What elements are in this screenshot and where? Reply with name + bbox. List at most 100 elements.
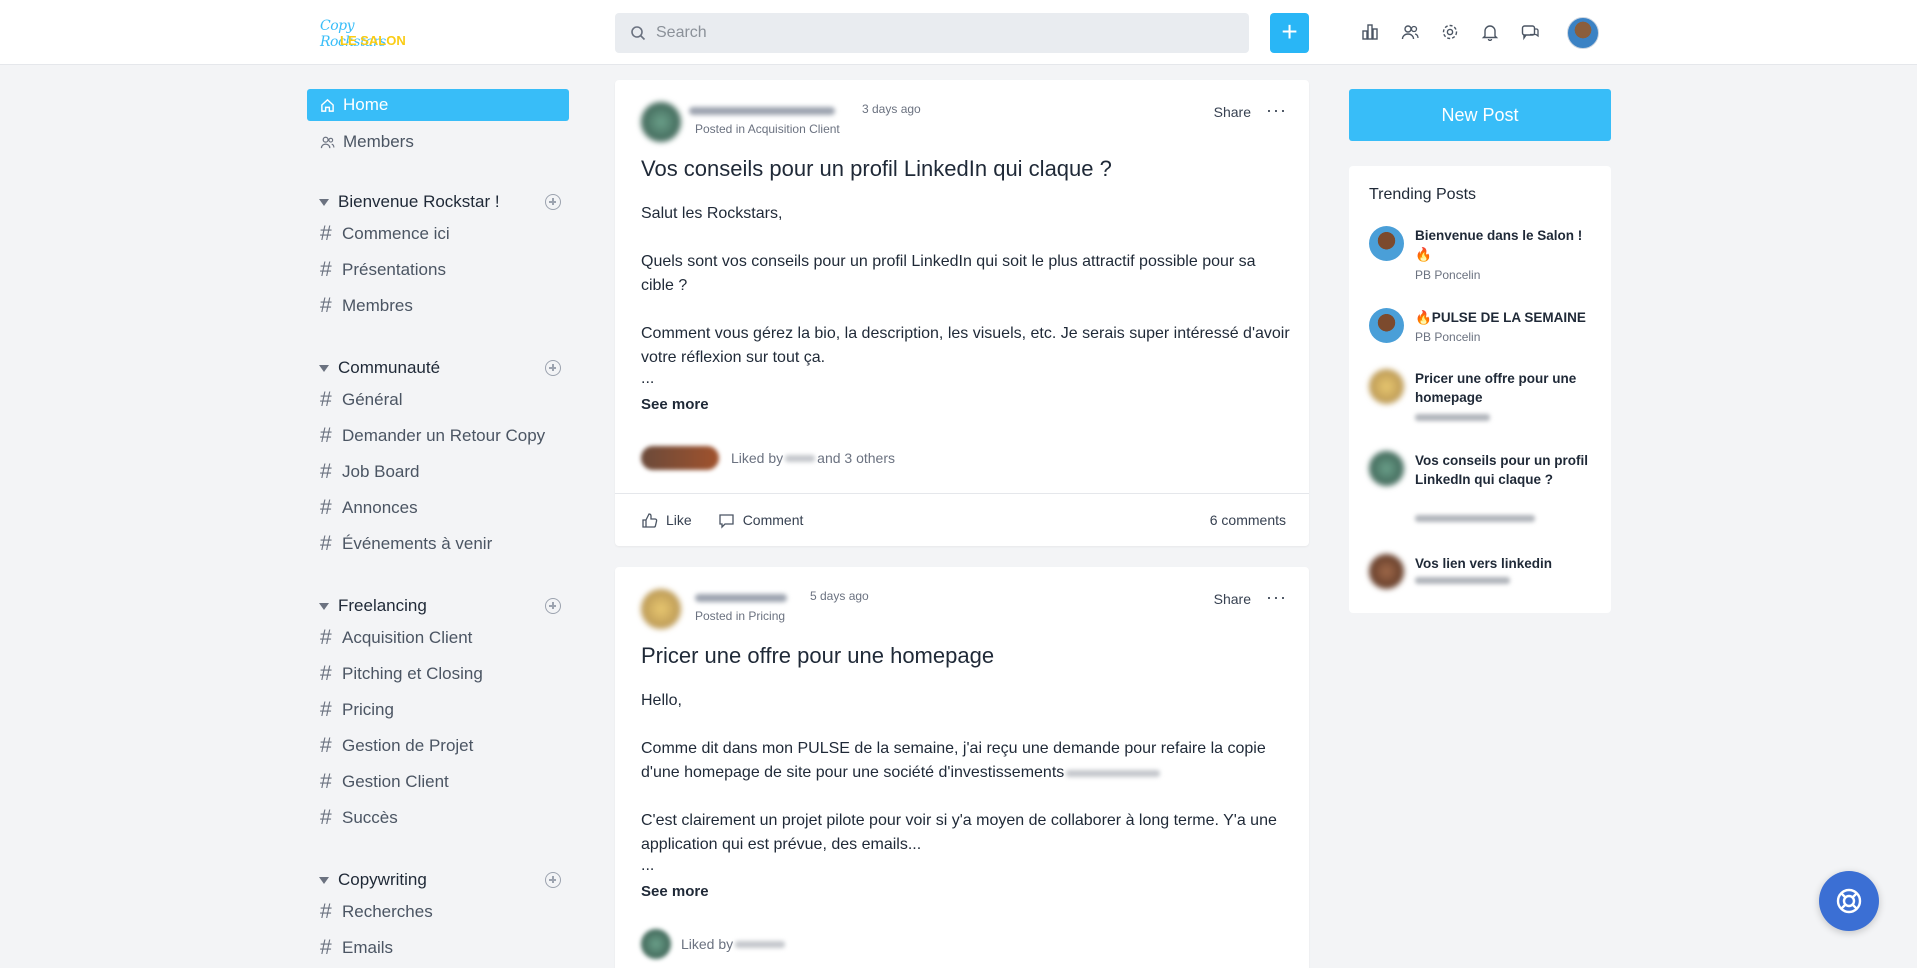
nav-members[interactable]: Members	[307, 126, 569, 158]
share-button[interactable]: Share	[1214, 591, 1251, 607]
channel-pricing[interactable]: # Pricing	[307, 692, 569, 728]
section-header[interactable]: Communauté	[307, 354, 569, 382]
channel-membres[interactable]: # Membres	[307, 288, 569, 324]
comment-button[interactable]: Comment	[718, 512, 804, 529]
post-channel[interactable]: Posted in Pricing	[695, 609, 785, 623]
likes-summary[interactable]: Liked by and 3 others	[641, 446, 895, 470]
channel-label: Emails	[342, 938, 394, 957]
channel-general[interactable]: # Général	[307, 382, 569, 418]
nav-home-label: Home	[343, 95, 389, 114]
members-icon[interactable]	[1401, 23, 1419, 41]
header-icons	[1361, 23, 1539, 42]
channel-label: Général	[342, 390, 403, 409]
post-time: 5 days ago	[810, 589, 869, 603]
hash-icon: #	[320, 222, 332, 245]
add-channel-icon[interactable]	[545, 872, 561, 888]
post-paragraph: Hello,	[641, 692, 682, 709]
channel-annonces[interactable]: # Annonces	[307, 490, 569, 526]
see-more-link[interactable]: See more	[641, 396, 709, 413]
search-bar[interactable]	[615, 13, 1249, 53]
hash-icon: #	[320, 734, 332, 757]
author-name-redacted[interactable]	[689, 107, 835, 115]
channel-acquisition-client[interactable]: # Acquisition Client	[307, 620, 569, 656]
share-button[interactable]: Share	[1214, 104, 1251, 120]
channel-emails[interactable]: # Emails	[307, 930, 569, 966]
channel-recherches[interactable]: # Recherches	[307, 894, 569, 930]
section-header[interactable]: Copywriting	[307, 866, 569, 894]
liked-others-label: and 3 others	[817, 450, 895, 466]
hash-icon: #	[320, 936, 332, 959]
channel-commence-ici[interactable]: # Commence ici	[307, 216, 569, 252]
add-channel-icon[interactable]	[545, 194, 561, 210]
author-name-redacted[interactable]	[695, 594, 787, 602]
hash-icon: #	[320, 388, 332, 411]
channel-presentations[interactable]: # Présentations	[307, 252, 569, 288]
add-channel-icon[interactable]	[545, 598, 561, 614]
user-avatar[interactable]	[1567, 17, 1599, 49]
trending-item-title: 🔥PULSE DE LA SEMAINE	[1415, 310, 1586, 325]
left-sidebar: Home Members Bienvenue Rockstar ! # Comme…	[307, 89, 569, 966]
comments-count[interactable]: 6 comments	[1210, 512, 1286, 528]
section-title: Freelancing	[338, 596, 427, 615]
thumbs-up-icon	[642, 512, 658, 528]
channel-job-board[interactable]: # Job Board	[307, 454, 569, 490]
trending-author-redacted	[1415, 515, 1535, 522]
post-card: 3 days ago Posted in Acquisition Client …	[615, 80, 1309, 546]
post-time: 3 days ago	[862, 102, 921, 116]
like-button[interactable]: Like	[641, 512, 692, 529]
section-freelancing: Freelancing # Acquisition Client # Pitchin…	[307, 592, 569, 836]
channel-evenements[interactable]: # Événements à venir	[307, 526, 569, 562]
channel-gestion-client[interactable]: # Gestion Client	[307, 764, 569, 800]
channel-label: Acquisition Client	[342, 628, 473, 647]
channel-pitching[interactable]: # Pitching et Closing	[307, 656, 569, 692]
post-paragraph: Comment vous gérez la bio, la descriptio…	[641, 325, 1290, 366]
create-button[interactable]: +	[1270, 13, 1309, 53]
home-icon	[321, 98, 334, 112]
post-card: 5 days ago Posted in Pricing Share ··· P…	[615, 567, 1309, 968]
liker-avatars	[641, 446, 719, 470]
trending-item-title: Pricer une offre pour une homepage	[1415, 371, 1577, 405]
section-header[interactable]: Freelancing	[307, 592, 569, 620]
gear-icon[interactable]	[1441, 23, 1459, 41]
post-ellipsis: ...	[641, 370, 655, 387]
leaderboard-icon[interactable]	[1361, 23, 1379, 41]
post-channel[interactable]: Posted in Acquisition Client	[695, 122, 840, 136]
trending-posts-card: Trending Posts Bienvenue dans le Salon !…	[1349, 166, 1611, 613]
channel-retour-copy[interactable]: # Demander un Retour Copy	[307, 418, 569, 454]
hash-icon: #	[320, 900, 332, 923]
members-icon	[320, 136, 335, 148]
author-avatar[interactable]	[641, 589, 681, 629]
comment-label: Comment	[742, 512, 804, 528]
more-options-icon[interactable]: ···	[1266, 100, 1287, 121]
nav-home[interactable]: Home	[307, 89, 569, 121]
section-header[interactable]: Bienvenue Rockstar !	[307, 188, 569, 216]
hash-icon: #	[320, 532, 332, 555]
channel-label: Succès	[342, 808, 398, 827]
chat-icon[interactable]	[1521, 23, 1539, 41]
liker-name-redacted	[735, 940, 786, 948]
see-more-link[interactable]: See more	[641, 883, 709, 900]
site-logo[interactable]: Copy Rockstars LE SALON	[318, 16, 406, 50]
likes-summary[interactable]: Liked by	[641, 929, 787, 959]
search-input[interactable]	[656, 24, 1216, 42]
channel-gestion-projet[interactable]: # Gestion de Projet	[307, 728, 569, 764]
author-avatar[interactable]	[641, 102, 681, 142]
channel-label: Membres	[342, 296, 413, 315]
channel-label: Pitching et Closing	[342, 664, 483, 683]
help-button[interactable]	[1819, 871, 1879, 931]
add-channel-icon[interactable]	[545, 360, 561, 376]
more-options-icon[interactable]: ···	[1266, 587, 1287, 608]
section-copywriting: Copywriting # Recherches # Emails	[307, 866, 569, 966]
post-title[interactable]: Pricer une offre pour une homepage	[641, 643, 994, 669]
search-icon	[631, 26, 646, 41]
new-post-button[interactable]: New Post	[1349, 89, 1611, 141]
post-title[interactable]: Vos conseils pour un profil LinkedIn qui…	[641, 156, 1112, 182]
channel-label: Pricing	[342, 700, 394, 719]
collapse-triangle-icon	[319, 364, 329, 372]
bell-icon[interactable]	[1481, 23, 1499, 42]
top-header: Copy Rockstars LE SALON +	[0, 0, 1917, 65]
trending-item-author: PB Poncelin	[1415, 268, 1481, 282]
channel-succes[interactable]: # Succès	[307, 800, 569, 836]
trending-item-title: Vos conseils pour un profil LinkedIn qui…	[1415, 453, 1589, 487]
post-paragraph: C'est clairement un projet pilote pour v…	[641, 812, 1277, 853]
